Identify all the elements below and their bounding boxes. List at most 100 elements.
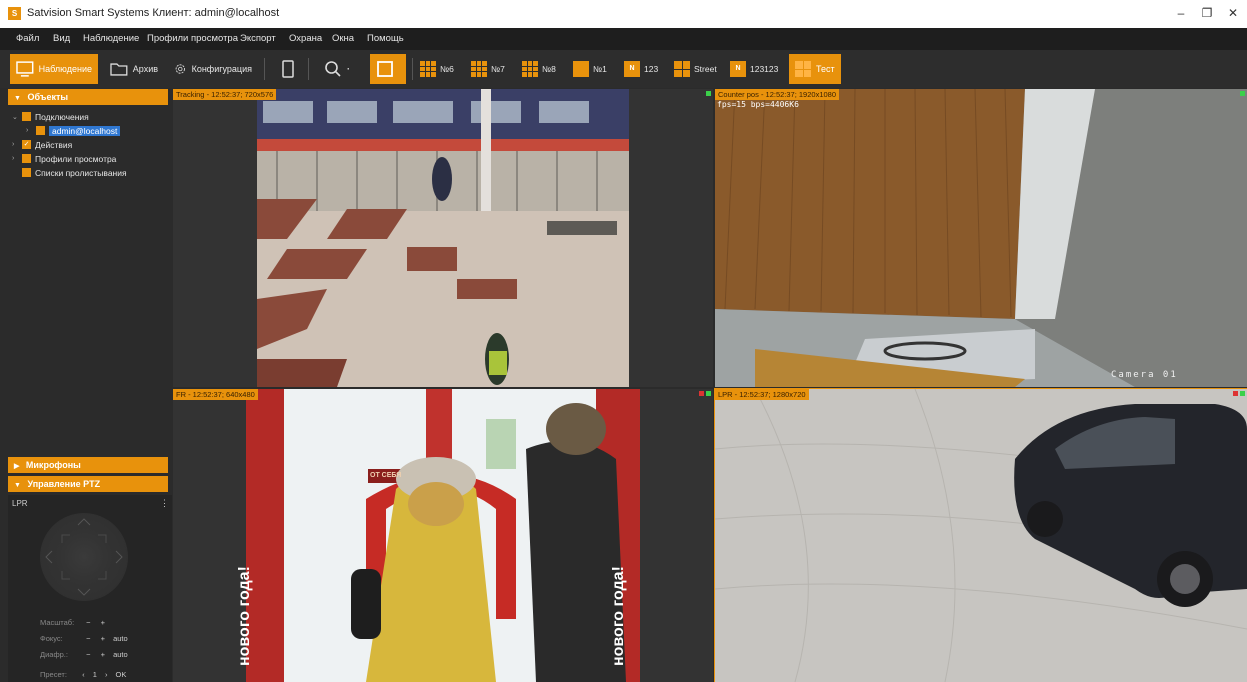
layout-button-8[interactable]: №8 bbox=[522, 55, 556, 83]
focus-auto-button[interactable]: auto bbox=[113, 634, 128, 643]
search-icon bbox=[325, 61, 341, 77]
ptz-menu-icon[interactable]: ⋮ bbox=[160, 498, 169, 509]
close-button[interactable]: ✕ bbox=[1222, 4, 1244, 22]
preset-number[interactable]: 1 bbox=[93, 670, 97, 679]
single-view-icon: N bbox=[730, 61, 746, 77]
microphones-header-label: Микрофоны bbox=[25, 460, 81, 470]
tree-connections[interactable]: ⌄ Подключения bbox=[12, 110, 89, 123]
tree-playlists[interactable]: Списки пролистывания bbox=[12, 166, 127, 179]
minimize-button[interactable]: – bbox=[1170, 4, 1192, 22]
layout-button-1[interactable]: №1 bbox=[573, 55, 607, 83]
objects-panel-header[interactable]: ▼ Объекты bbox=[8, 89, 168, 105]
ptz-header-label: Управление PTZ bbox=[27, 479, 101, 489]
toolbar-divider bbox=[308, 58, 309, 80]
zoom-out-button[interactable]: − bbox=[86, 618, 90, 627]
objects-header-label: Объекты bbox=[27, 92, 69, 102]
focus-minus-button[interactable]: − bbox=[86, 634, 90, 643]
preset-next-button[interactable]: › bbox=[105, 670, 108, 679]
promo-sign-left: нового года! bbox=[236, 566, 253, 666]
menu-export[interactable]: Экспорт bbox=[240, 33, 276, 44]
preset-prev-button[interactable]: ‹ bbox=[82, 670, 85, 679]
observe-mode-button[interactable]: Наблюдение bbox=[10, 54, 98, 84]
config-mode-label: Конфигурация bbox=[191, 64, 252, 74]
focus-plus-button[interactable]: + bbox=[101, 634, 105, 643]
caret-down-icon: ▼ bbox=[14, 482, 21, 489]
menu-view[interactable]: Вид bbox=[53, 33, 70, 44]
window-title: Satvision Smart Systems Клиент: admin@lo… bbox=[27, 7, 280, 19]
menu-windows[interactable]: Окна bbox=[332, 33, 354, 44]
archive-mode-button[interactable]: Архив bbox=[104, 54, 164, 84]
layout-label: №1 bbox=[593, 64, 607, 74]
search-button[interactable]: · bbox=[318, 54, 364, 84]
checkbox-icon: ✓ bbox=[22, 140, 31, 149]
camera-cell-fr[interactable]: FR - 12:52:37; 640x480 нового года! ново… bbox=[173, 389, 713, 682]
panel-icon bbox=[377, 61, 393, 77]
menu-file[interactable]: Файл bbox=[16, 33, 39, 44]
ptz-iris-row: Диафр.: − + auto bbox=[40, 650, 128, 659]
recording-indicator bbox=[699, 391, 704, 396]
iris-plus-button[interactable]: + bbox=[101, 650, 105, 659]
camera-cell-tracking[interactable]: Tracking - 12:52:37; 720x576 bbox=[173, 89, 713, 387]
layout-label: №8 bbox=[542, 64, 556, 74]
layout-button-6[interactable]: №6 bbox=[420, 55, 454, 83]
ptz-focus-row: Фокус: − + auto bbox=[40, 634, 128, 643]
promo-sign-right: нового года! bbox=[610, 566, 627, 666]
camera-frame-tracking bbox=[257, 89, 629, 387]
tree-actions[interactable]: › ✓ Действия bbox=[12, 138, 72, 151]
menu-help[interactable]: Помощь bbox=[367, 33, 404, 44]
camera-frame-lpr bbox=[715, 389, 1247, 682]
camera-cell-counter[interactable]: Counter pos - 12:52:37; 1920x1080 fps=15… bbox=[715, 89, 1247, 387]
fullscreen-button[interactable] bbox=[276, 54, 302, 84]
camera-label: LPR - 12:52:37; 1280x720 bbox=[715, 389, 809, 400]
expand-caret-icon: › bbox=[12, 141, 15, 148]
grid-2x2-icon bbox=[674, 61, 690, 77]
preset-label: Пресет: bbox=[40, 670, 67, 679]
server-icon bbox=[36, 126, 45, 135]
menu-bar: Файл Вид Наблюдение Профили просмотра Эк… bbox=[0, 28, 1247, 50]
camera-cell-lpr[interactable]: LPR - 12:52:37; 1280x720 bbox=[714, 388, 1247, 682]
layout-label: 123 bbox=[644, 64, 659, 74]
tree-view-profiles[interactable]: › Профили просмотра bbox=[12, 152, 116, 165]
archive-mode-label: Архив bbox=[132, 64, 158, 74]
grid-tree-icon bbox=[22, 154, 31, 163]
grid-3x3-icon bbox=[420, 61, 436, 77]
ptz-zoom-row: Масштаб: − + bbox=[40, 618, 105, 627]
menu-view-profiles[interactable]: Профили просмотра bbox=[147, 33, 238, 44]
layout-button-test[interactable]: Тест bbox=[789, 54, 841, 84]
single-view-icon bbox=[573, 61, 589, 77]
tree-label: Профили просмотра bbox=[35, 153, 117, 164]
layout-button-123[interactable]: N 123 bbox=[624, 55, 658, 83]
toolbar-divider bbox=[264, 58, 265, 80]
layout-button-123123[interactable]: N 123123 bbox=[730, 55, 778, 83]
status-indicator bbox=[1240, 391, 1245, 396]
recording-indicator bbox=[1233, 391, 1238, 396]
preset-ok-button[interactable]: OK bbox=[116, 670, 127, 679]
microphones-panel-header[interactable]: ▶ Микрофоны bbox=[8, 457, 168, 473]
door-sign: ОТ СЕБЯ bbox=[370, 472, 402, 479]
layout-button-street[interactable]: Street bbox=[674, 55, 717, 83]
status-indicator bbox=[1240, 91, 1245, 96]
expand-caret-icon: ⌄ bbox=[12, 113, 18, 121]
config-mode-button[interactable]: Конфигурация bbox=[168, 54, 258, 84]
observe-mode-label: Наблюдение bbox=[38, 64, 92, 74]
iris-auto-button[interactable]: auto bbox=[113, 650, 128, 659]
ptz-panel-header[interactable]: ▼ Управление PTZ bbox=[8, 476, 168, 492]
camera-label: Counter pos - 12:52:37; 1920x1080 bbox=[715, 89, 840, 100]
menu-monitoring[interactable]: Наблюдение bbox=[83, 33, 139, 44]
iris-minus-button[interactable]: − bbox=[86, 650, 90, 659]
ptz-joystick[interactable] bbox=[40, 513, 128, 601]
tree-label: Подключения bbox=[35, 111, 89, 122]
tablet-icon bbox=[282, 60, 294, 78]
title-bar: S Satvision Smart Systems Клиент: admin@… bbox=[0, 0, 1247, 28]
play-list-icon bbox=[22, 168, 31, 177]
layout-label: Street bbox=[694, 64, 717, 74]
single-view-icon: N bbox=[624, 61, 640, 77]
zoom-in-button[interactable]: + bbox=[101, 618, 105, 627]
monitor-icon bbox=[16, 61, 34, 77]
menu-security[interactable]: Охрана bbox=[289, 33, 322, 44]
layout-label: №6 bbox=[440, 64, 454, 74]
tree-connection-item[interactable]: › admin@localhost bbox=[26, 124, 121, 137]
single-view-toggle[interactable] bbox=[370, 54, 406, 84]
layout-button-7[interactable]: №7 bbox=[471, 55, 505, 83]
restore-button[interactable]: ❐ bbox=[1196, 4, 1218, 22]
